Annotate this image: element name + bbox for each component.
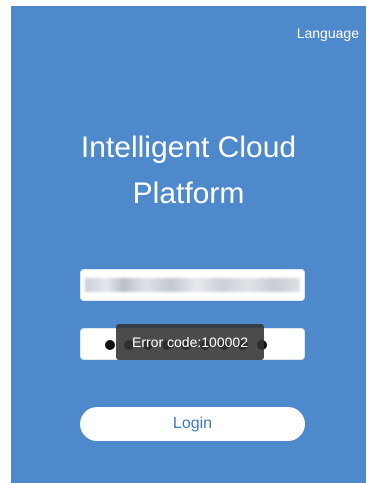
error-toast: Error code:100002 (116, 324, 264, 360)
login-screen: Language Intelligent Cloud Platform Erro… (11, 6, 366, 483)
app-title-line-2: Platform (132, 177, 245, 210)
language-link[interactable]: Language (297, 25, 359, 41)
app-title: Intelligent Cloud Platform (11, 125, 366, 217)
login-button[interactable]: Login (80, 407, 305, 441)
username-field (80, 269, 305, 301)
app-title-line-1: Intelligent Cloud (80, 131, 297, 164)
username-input[interactable] (81, 270, 304, 300)
